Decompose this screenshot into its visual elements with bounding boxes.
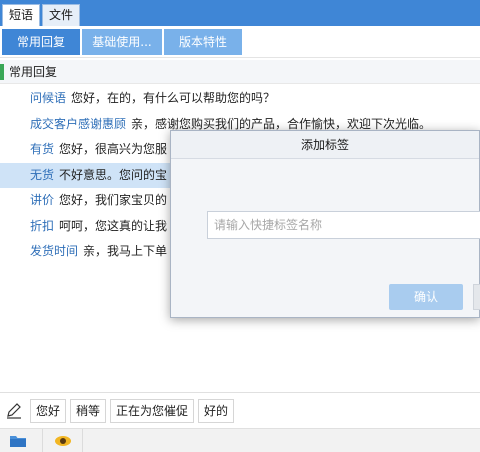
subtab-common-replies[interactable]: 常用回复 [2, 29, 80, 55]
reply-text: 呵呵，您这真的让我 [59, 218, 168, 233]
quick-chip[interactable]: 您好 [30, 399, 67, 423]
status-divider [42, 429, 43, 452]
dialog-title: 添加标签 [171, 131, 479, 159]
reply-key: 有货 [30, 142, 55, 156]
subtab-basic-usage[interactable]: 基础使用... [82, 29, 162, 55]
folder-icon[interactable] [9, 433, 27, 449]
label-name-input[interactable] [207, 211, 480, 239]
status-bar [0, 428, 480, 452]
section-marker [0, 64, 4, 80]
category-tabs: 常用回复 基础使用... 版本特性 [0, 26, 480, 58]
reply-key: 无货 [30, 167, 55, 182]
quick-chip[interactable]: 正在为您催促 [110, 399, 195, 423]
quick-chip[interactable]: 稍等 [70, 399, 107, 423]
reply-item[interactable]: 问候语 您好，在的，有什么可以帮助您的吗？ [0, 86, 480, 112]
reply-text: 您好，我们家宝贝的 [59, 193, 168, 207]
quick-phrase-bar: 您好 稍等 正在为您催促 好的 [0, 392, 480, 428]
reply-key: 讲价 [30, 193, 55, 207]
reply-key: 问候语 [30, 91, 67, 105]
reply-key: 成交客户感谢惠顾 [30, 116, 127, 131]
eye-icon[interactable] [54, 433, 72, 449]
reply-text: 不好意思。您问的宝 [59, 167, 168, 182]
tab-phrases[interactable]: 短语 [2, 4, 41, 26]
reply-text: 您好，很高兴为您服 [59, 142, 168, 156]
reply-key: 折扣 [30, 218, 55, 233]
reply-key: 发货时间 [30, 244, 79, 258]
reply-text: 亲，我马上下单 [83, 244, 168, 258]
add-label-dialog: 添加标签 确认 [170, 130, 480, 318]
subtab-version-features[interactable]: 版本特性 [164, 29, 242, 55]
quick-chip[interactable]: 好的 [198, 399, 235, 423]
reply-text: 您好，在的，有什么可以帮助您的吗？ [71, 91, 276, 105]
tab-files[interactable]: 文件 [42, 4, 81, 26]
reply-text: 亲，感谢您购买我们的产品，合作愉快，欢迎下次光临。 [131, 116, 432, 131]
section-header: 常用回复 [0, 60, 480, 84]
top-tab-bar: 短语 文件 [0, 0, 480, 26]
status-divider [82, 429, 83, 452]
cancel-button[interactable] [473, 284, 480, 310]
pencil-icon[interactable] [4, 401, 24, 421]
confirm-button[interactable]: 确认 [389, 284, 463, 310]
